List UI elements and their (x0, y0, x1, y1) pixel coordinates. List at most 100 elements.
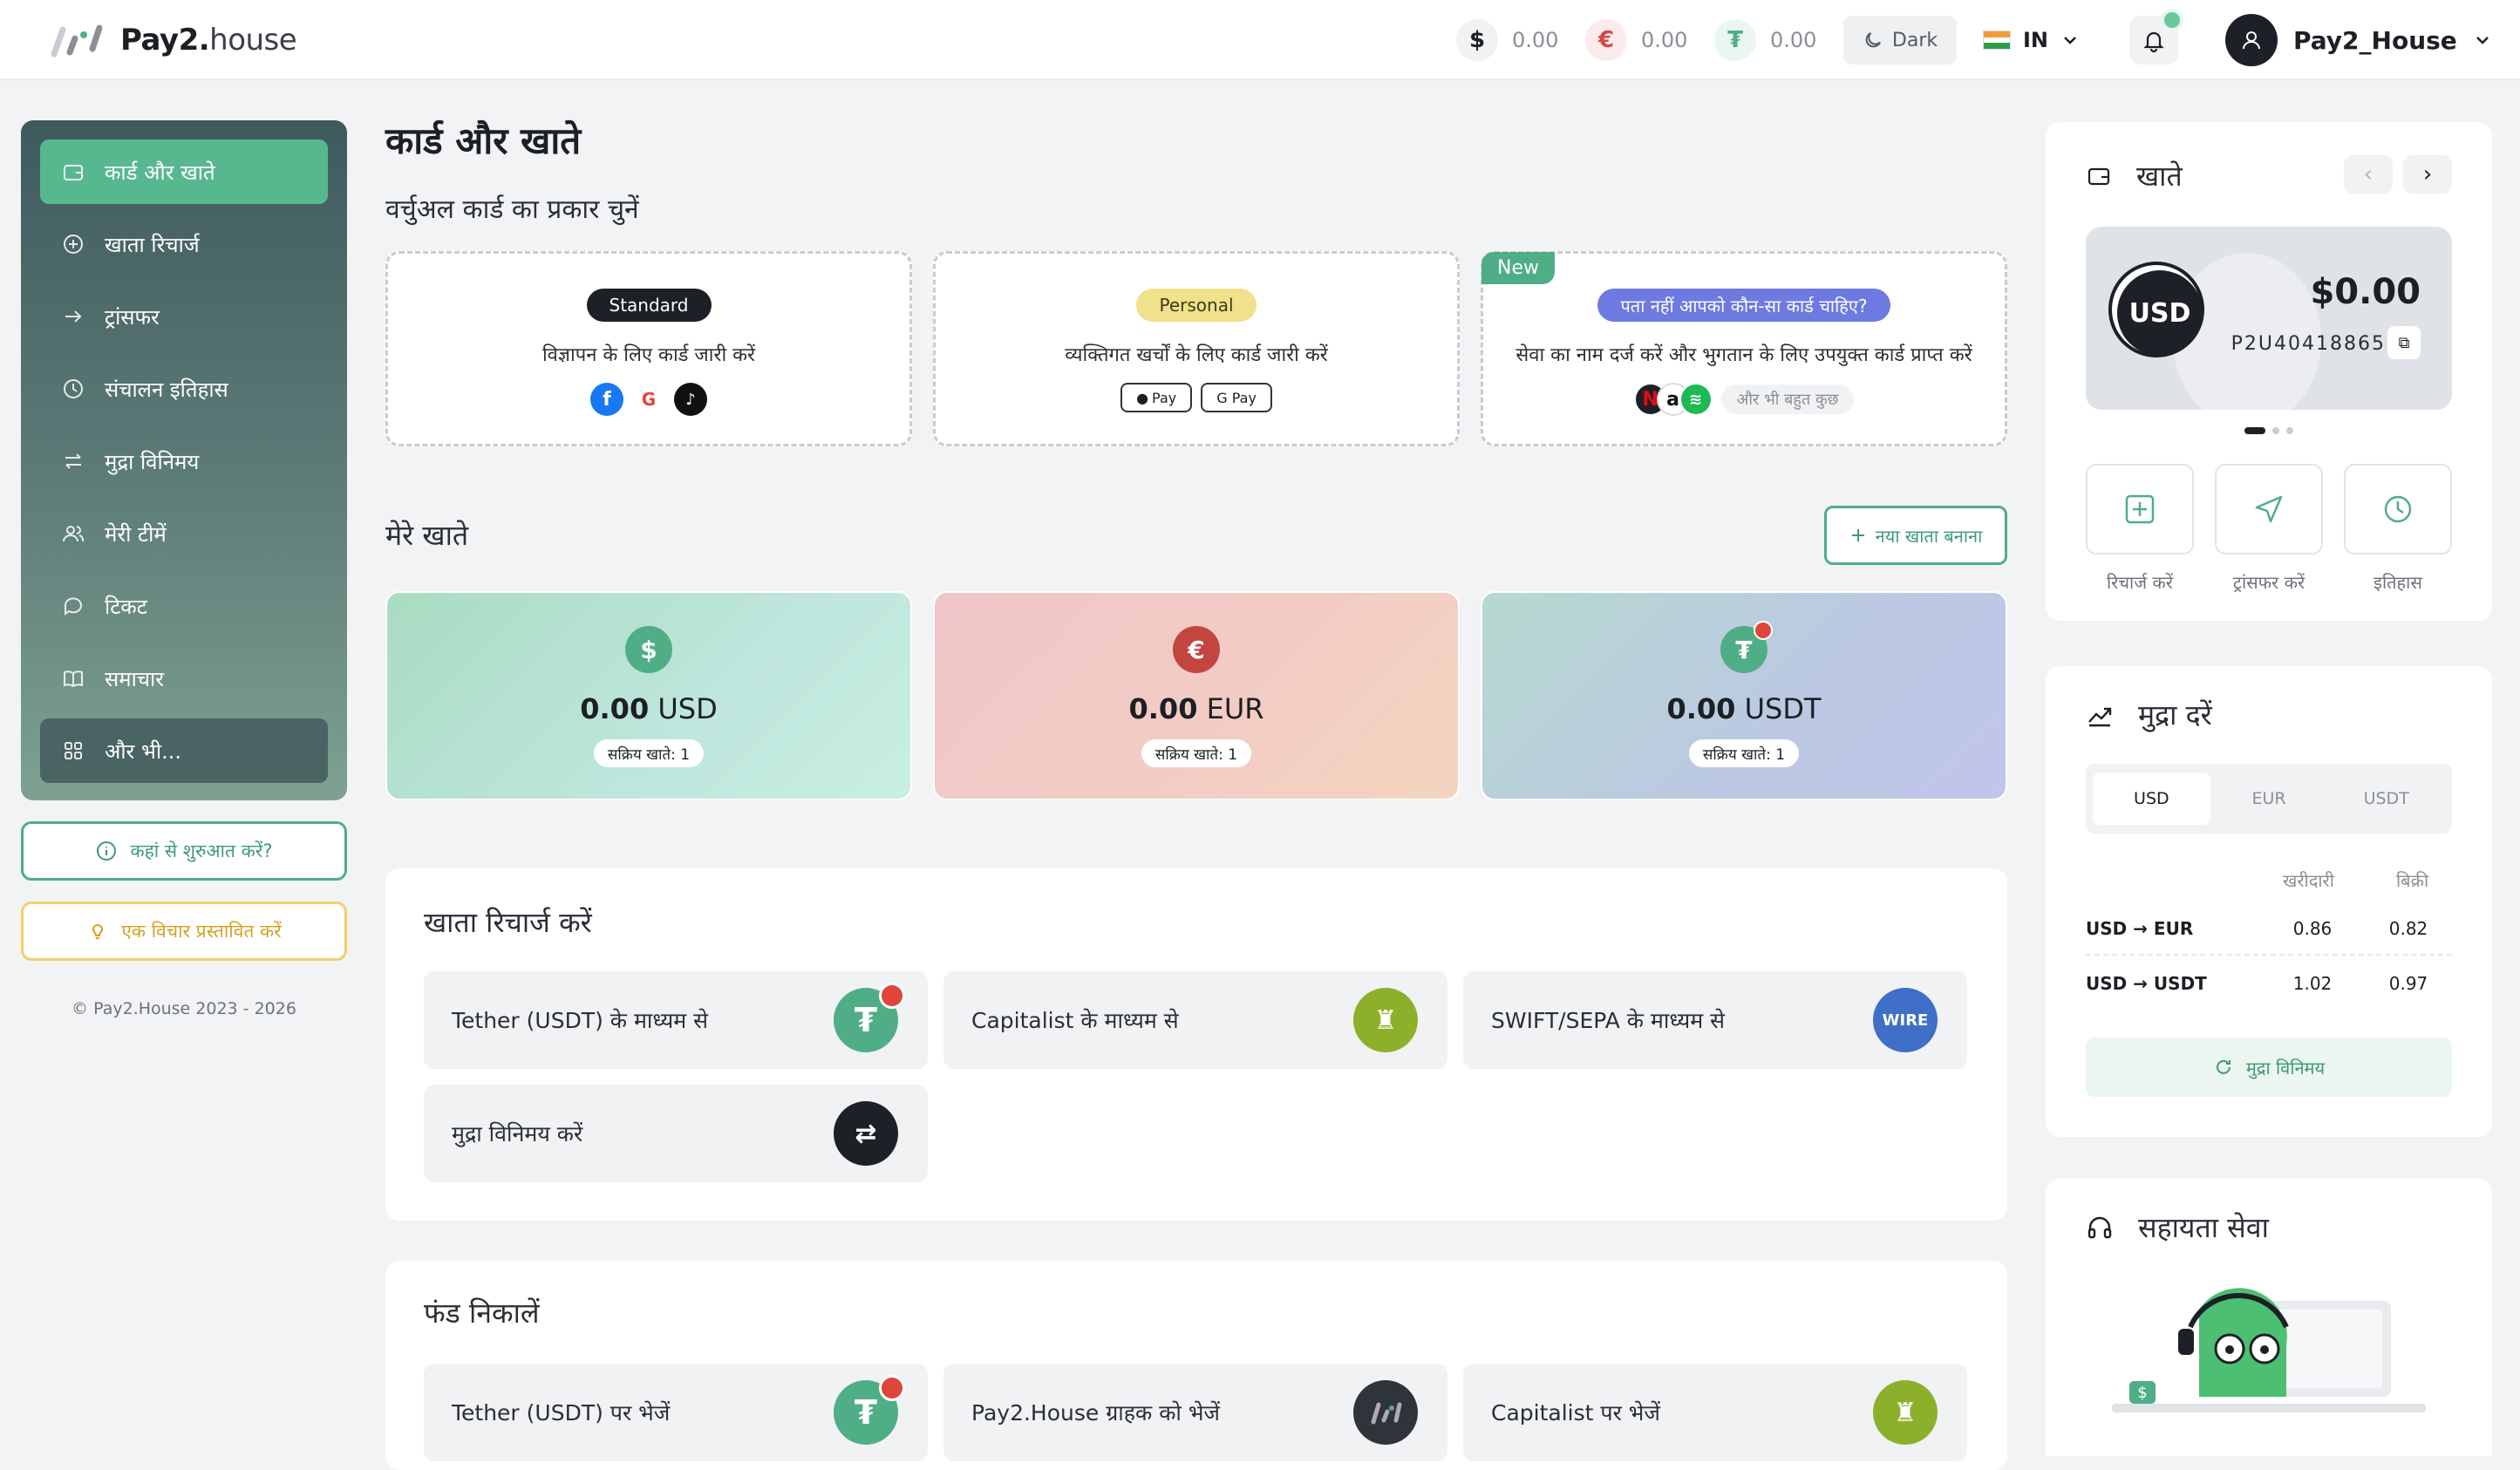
chevron-left-icon: ‹ (2363, 161, 2374, 187)
user-avatar-icon (2225, 14, 2278, 66)
card-type-standard[interactable]: Standard विज्ञापन के लिए कार्ड जारी करें… (385, 251, 912, 446)
my-accounts-title: मेरे खाते (385, 519, 469, 552)
new-account-button[interactable]: नया खाता बनाना (1824, 506, 2007, 565)
pay2house-logo-icon (1353, 1380, 1418, 1445)
sidebar-item-more[interactable]: और भी... (40, 718, 328, 783)
notification-dot (2161, 9, 2183, 31)
balance-usdt-value: 0.00 (1770, 28, 1817, 52)
account-card-usdt[interactable]: ₮ 0.00 USDT सक्रिय खाते: 1 (1481, 591, 2007, 800)
sidebar-item-label: खाता रिचार्ज (105, 232, 200, 257)
tile-label: मुद्रा विनिमय करें (452, 1121, 583, 1147)
quick-transfer-button[interactable]: ट्रांसफर करें (2215, 464, 2323, 594)
card-type-desc: विज्ञापन के लिए कार्ड जारी करें (541, 344, 756, 366)
active-accounts-tag: सक्रिय खाते: 1 (593, 739, 705, 767)
sidebar-item-exchange[interactable]: मुद्रा विनिमय (40, 429, 328, 493)
balance-usd[interactable]: $ 0.00 (1456, 17, 1558, 63)
active-accounts-tag: सक्रिय खाते: 1 (1141, 739, 1252, 767)
language-selector[interactable]: IN (1983, 19, 2080, 61)
recharge-exchange[interactable]: मुद्रा विनिमय करें ⇄ (424, 1085, 928, 1182)
sidebar-item-label: समाचार (105, 666, 165, 691)
grid-icon (61, 738, 85, 763)
clock-icon (61, 377, 85, 401)
dark-mode-toggle[interactable]: Dark (1843, 16, 1957, 65)
recharge-capitalist[interactable]: Capitalist के माध्यम से ♜ (943, 971, 1447, 1069)
users-icon (61, 521, 85, 546)
sidebar-item-tickets[interactable]: टिकट (40, 574, 328, 638)
google-icon: G (632, 383, 665, 416)
sidebar-item-teams[interactable]: मेरी टीमें (40, 501, 328, 566)
carousel-next-button[interactable]: › (2403, 155, 2452, 194)
sidebar-item-transfer[interactable]: ट्रांसफर (40, 284, 328, 349)
sidebar-item-news[interactable]: समाचार (40, 646, 328, 711)
recharge-usdt[interactable]: Tether (USDT) के माध्यम से ₮ (424, 971, 928, 1069)
standard-pill: Standard (586, 289, 712, 322)
notifications-button[interactable] (2129, 9, 2183, 65)
carousel-dot[interactable] (2244, 427, 2265, 434)
copy-icon[interactable]: ⧉ (2387, 326, 2421, 359)
account-balance: 0.00 USD (580, 692, 718, 725)
tether-icon: ₮ (1720, 621, 1773, 673)
headset-icon (2086, 1214, 2114, 1242)
usd-account-card[interactable]: USD $0.00 P2U40418865 ⧉ (2086, 227, 2452, 410)
tiktok-icon: ♪ (674, 383, 707, 416)
recharge-panel: खाता रिचार्ज करें Tether (USDT) के माध्य… (385, 868, 2007, 1221)
account-card-usd[interactable]: $ 0.00 USD सक्रिय खाते: 1 (385, 591, 912, 800)
carousel-dot[interactable] (2286, 427, 2293, 434)
facebook-icon: f (590, 383, 623, 416)
quick-action-label: इतिहास (2374, 572, 2422, 593)
chevron-down-icon (2473, 31, 2492, 50)
support-illustration: $ (2094, 1275, 2443, 1458)
balance-usdt[interactable]: ₮ 0.00 (1714, 17, 1816, 63)
card-type-finder[interactable]: New पता नहीं आपको कौन-सा कार्ड चाहिए? से… (1481, 251, 2007, 446)
tile-label: Capitalist के माध्यम से (971, 1008, 1179, 1033)
tether-icon: ₮ (834, 983, 905, 1052)
carousel-prev-button[interactable]: ‹ (2344, 155, 2393, 194)
tab-usdt[interactable]: USDT (2327, 772, 2445, 825)
quick-recharge-button[interactable]: रिचार्ज करें (2086, 464, 2194, 594)
copyright: © Pay2.House 2023 - 2026 (72, 999, 296, 1018)
swap-icon: ⇄ (834, 1101, 898, 1166)
trending-up-icon (2086, 701, 2114, 729)
book-icon (61, 666, 85, 691)
suggest-idea-button[interactable]: एक विचार प्रस्तावित करें (21, 902, 347, 961)
tab-eur[interactable]: EUR (2210, 772, 2328, 825)
card-type-personal[interactable]: Personal व्यक्तिगत खर्चों के लिए कार्ड ज… (933, 251, 1460, 446)
currency-exchange-button[interactable]: मुद्रा विनिमय (2086, 1038, 2452, 1097)
active-accounts-tag: सक्रिय खाते: 1 (1688, 739, 1800, 767)
card-type-title: वर्चुअल कार्ड का प्रकार चुनें (385, 194, 639, 225)
recharge-swift[interactable]: SWIFT/SEPA के माध्यम से WIRE (1463, 971, 1967, 1069)
sidebar-item-cards[interactable]: कार्ड और खाते (40, 140, 328, 204)
sidebar-item-label: ट्रांसफर (105, 304, 160, 330)
withdraw-pay2house[interactable]: Pay2.House ग्राहक को भेजें (943, 1364, 1447, 1461)
logo[interactable]: Pay2.house (49, 19, 297, 61)
tab-usd[interactable]: USD (2093, 772, 2210, 825)
wallet-icon (2086, 163, 2112, 189)
arrow-right-icon (61, 304, 85, 329)
withdraw-panel: फंड निकालें Tether (USDT) पर भेजें ₮ Pay… (385, 1261, 2007, 1470)
account-balance: 0.00 USDT (1666, 692, 1822, 725)
withdraw-title: फंड निकालें (424, 1296, 540, 1330)
apple-pay-icon: ● Pay (1120, 383, 1193, 412)
support-widget: सहायता सेवा $ (2046, 1179, 2492, 1456)
withdraw-capitalist[interactable]: Capitalist पर भेजें ♜ (1463, 1364, 1967, 1461)
currency-exchange-label: मुद्रा विनिमय (2245, 1057, 2326, 1079)
suggest-idea-label: एक विचार प्रस्तावित करें (121, 921, 282, 942)
rate-buy: 0.86 (2292, 918, 2333, 939)
withdraw-usdt[interactable]: Tether (USDT) पर भेजें ₮ (424, 1364, 928, 1461)
user-menu[interactable]: Pay2_House (2225, 14, 2492, 66)
exchange-rates-widget: मुद्रा दरें USD EUR USDT खरीदारी बिक्री … (2046, 666, 2492, 1137)
usd-currency-badge: USD (2117, 270, 2203, 356)
carousel-dot[interactable] (2272, 427, 2279, 434)
quick-history-button[interactable]: इतिहास (2344, 464, 2452, 594)
sidebar-item-recharge[interactable]: खाता रिचार्ज (40, 212, 328, 276)
quick-action-label: ट्रांसफर करें (2232, 572, 2305, 593)
getting-started-button[interactable]: कहां से शुरुआत करें? (21, 821, 347, 881)
moon-icon (1863, 30, 1883, 51)
more-services-tag: और भी बहुत कुछ (1720, 385, 1855, 414)
sidebar-item-history[interactable]: संचालन इतिहास (40, 357, 328, 421)
rate-row: USD → EUR 0.86 0.82 (2086, 903, 2452, 956)
account-card-eur[interactable]: € 0.00 EUR सक्रिय खाते: 1 (933, 591, 1460, 800)
balance-eur[interactable]: € 0.00 (1585, 17, 1687, 63)
euro-icon: € (1585, 19, 1627, 61)
new-badge: New (1481, 252, 1555, 284)
